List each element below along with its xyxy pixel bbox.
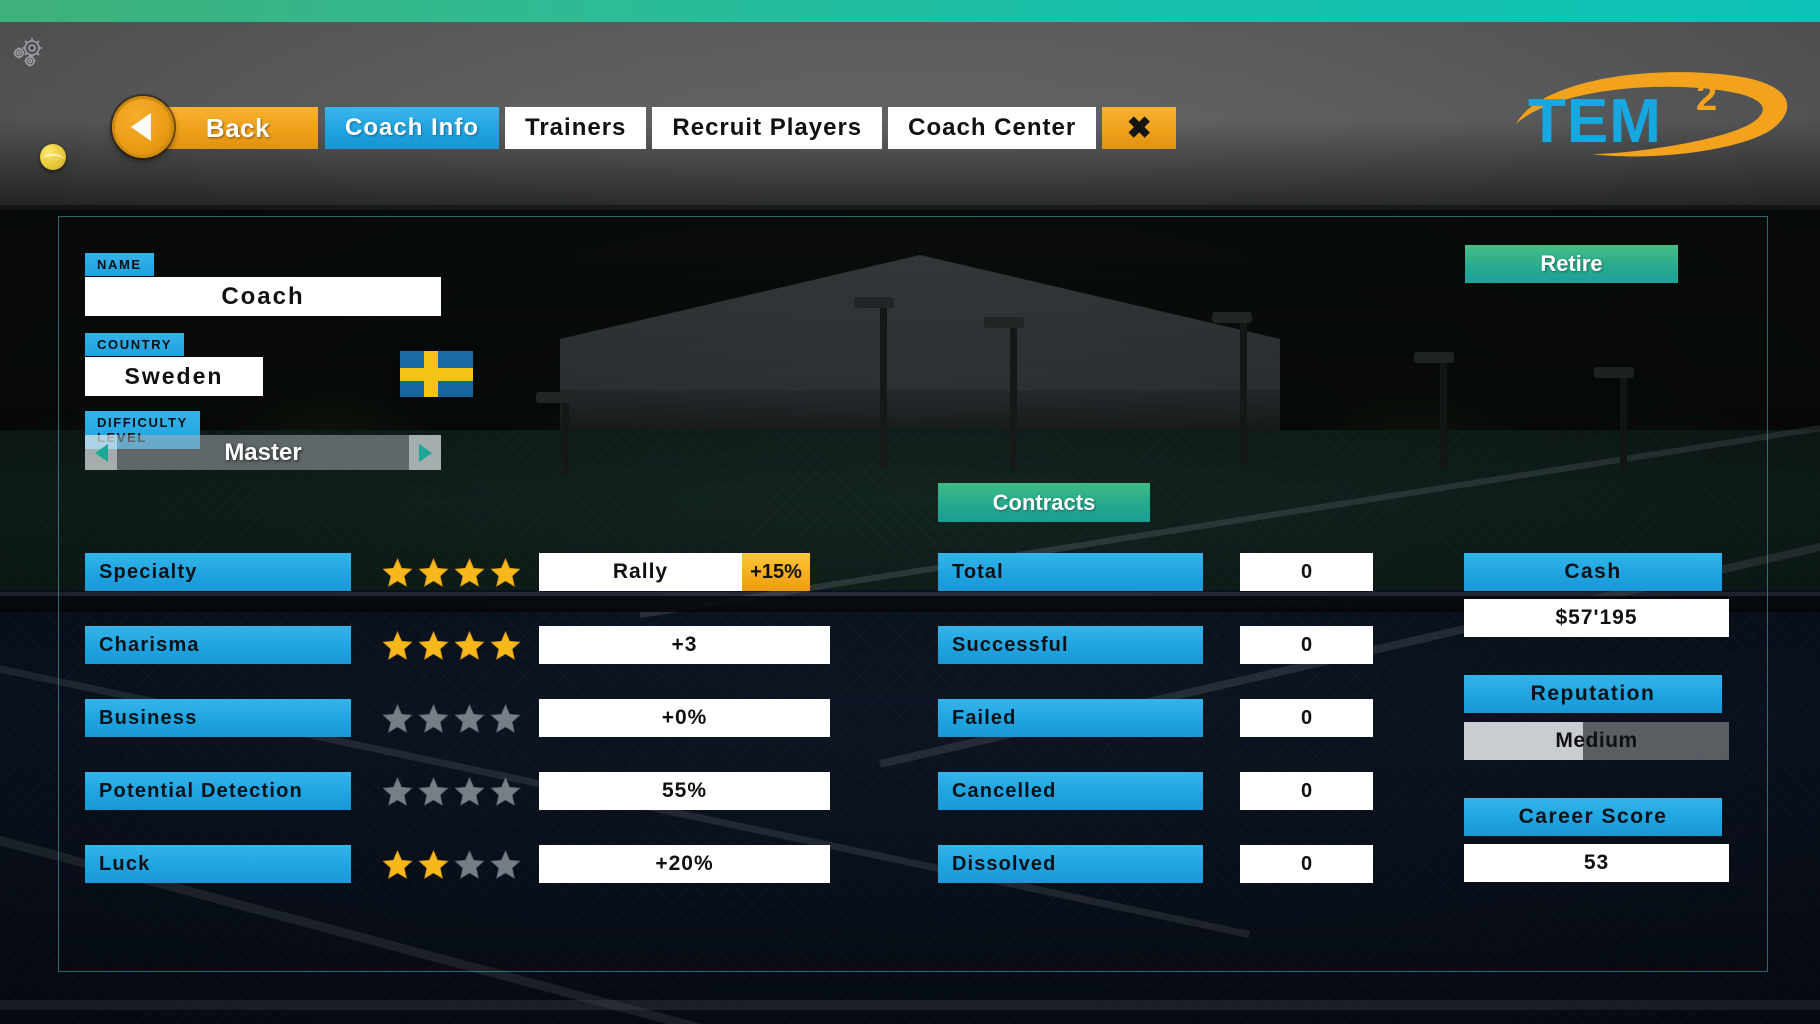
star-filled-icon [381,849,413,879]
skill-stars [363,630,539,661]
star-empty-icon [489,849,521,879]
tab-label: Trainers [525,114,627,141]
country-input[interactable]: Sweden [85,357,263,396]
reputation-bar: Medium [1464,722,1729,760]
skill-label: Luck [85,845,351,883]
tab-recruit-players[interactable]: Recruit Players [652,107,883,149]
skill-row-luck[interactable]: Luck +20% [85,845,830,883]
star-filled-icon [417,557,449,587]
star-empty-icon [453,849,485,879]
logo-superscript: 2 [1696,77,1717,119]
tab-label: Coach Center [908,114,1077,141]
tab-label: Coach Info [345,114,479,141]
skill-value: +0% [539,699,830,737]
contract-label: Total [938,553,1203,591]
skill-value: 55% [539,772,830,810]
reputation-header: Reputation [1464,675,1722,713]
contract-row-dissolved: Dissolved 0 [938,845,1373,883]
contract-label: Failed [938,699,1203,737]
nav-tabs: Coach Info Trainers Recruit Players Coac… [325,107,1177,149]
skill-stars [363,849,539,880]
skill-value: Rally [539,553,742,591]
skill-label: Business [85,699,351,737]
star-filled-icon [417,630,449,660]
skill-row-business[interactable]: Business +0% [85,699,830,737]
close-icon: ✖ [1126,111,1152,145]
triangle-left-icon [94,443,108,462]
skill-row-potential-detection[interactable]: Potential Detection 55% [85,772,830,810]
contract-value: 0 [1240,772,1373,810]
star-filled-icon [453,630,485,660]
contract-value: 0 [1240,699,1373,737]
tennis-ball-icon [40,144,66,170]
contract-label: Cancelled [938,772,1203,810]
contract-row-successful: Successful 0 [938,626,1373,664]
star-empty-icon [453,703,485,733]
contract-row-failed: Failed 0 [938,699,1373,737]
sweden-flag-icon [400,351,473,397]
cash-header: Cash [1464,553,1722,591]
cash-value: $57'195 [1464,599,1729,637]
skill-stars [363,557,539,588]
back-button[interactable]: Back [158,107,318,149]
star-filled-icon [489,557,521,587]
country-field-label: COUNTRY [85,333,184,356]
skill-row-charisma[interactable]: Charisma +3 [85,626,830,664]
triangle-left-icon [131,113,151,141]
contract-label: Dissolved [938,845,1203,883]
star-empty-icon [381,703,413,733]
settings-gears-icon[interactable] [8,34,54,70]
difficulty-prev-button[interactable] [85,435,117,470]
star-empty-icon [489,703,521,733]
star-filled-icon [381,630,413,660]
star-empty-icon [489,776,521,806]
difficulty-selector: Master [85,435,441,470]
star-filled-icon [417,849,449,879]
flag-cross-horizontal [400,368,473,381]
tab-trainers[interactable]: Trainers [505,107,647,149]
contract-row-total: Total 0 [938,553,1373,591]
back-button-label: Back [205,112,271,143]
skill-bonus-badge: +15% [742,553,810,591]
retire-button[interactable]: Retire [1465,245,1678,283]
difficulty-value: Master [117,435,409,470]
star-empty-icon [417,776,449,806]
contract-row-cancelled: Cancelled 0 [938,772,1373,810]
top-accent-bar [0,0,1820,22]
star-filled-icon [381,557,413,587]
game-logo: TEM 2 [1500,62,1800,170]
skill-label: Potential Detection [85,772,351,810]
tab-label: Recruit Players [672,114,863,141]
star-filled-icon [453,557,485,587]
skill-value: +20% [539,845,830,883]
contract-value: 0 [1240,845,1373,883]
triangle-right-icon [418,443,432,462]
career-score-header: Career Score [1464,798,1722,836]
contract-label: Successful [938,626,1203,664]
contract-value: 0 [1240,553,1373,591]
coach-name-input[interactable]: Coach [85,277,441,316]
star-empty-icon [417,703,449,733]
skill-row-specialty[interactable]: Specialty Rally +15% [85,553,810,591]
skill-value: +3 [539,626,830,664]
reputation-value: Medium [1555,729,1638,752]
difficulty-next-button[interactable] [409,435,441,470]
skill-stars [363,776,539,807]
contract-value: 0 [1240,626,1373,664]
star-empty-icon [453,776,485,806]
name-field-label: NAME [85,253,154,276]
close-button[interactable]: ✖ [1102,107,1177,149]
game-screen: Back Coach Info Trainers Recruit Players… [0,0,1820,1024]
back-arrow-button[interactable] [112,96,174,158]
career-score-value: 53 [1464,844,1729,882]
tab-coach-info[interactable]: Coach Info [325,107,499,149]
contracts-title: Contracts [938,483,1150,522]
skill-label: Specialty [85,553,351,591]
skill-label: Charisma [85,626,351,664]
skill-stars [363,703,539,734]
logo-text: TEM [1528,87,1662,156]
tab-coach-center[interactable]: Coach Center [888,107,1097,149]
star-filled-icon [489,630,521,660]
star-empty-icon [381,776,413,806]
